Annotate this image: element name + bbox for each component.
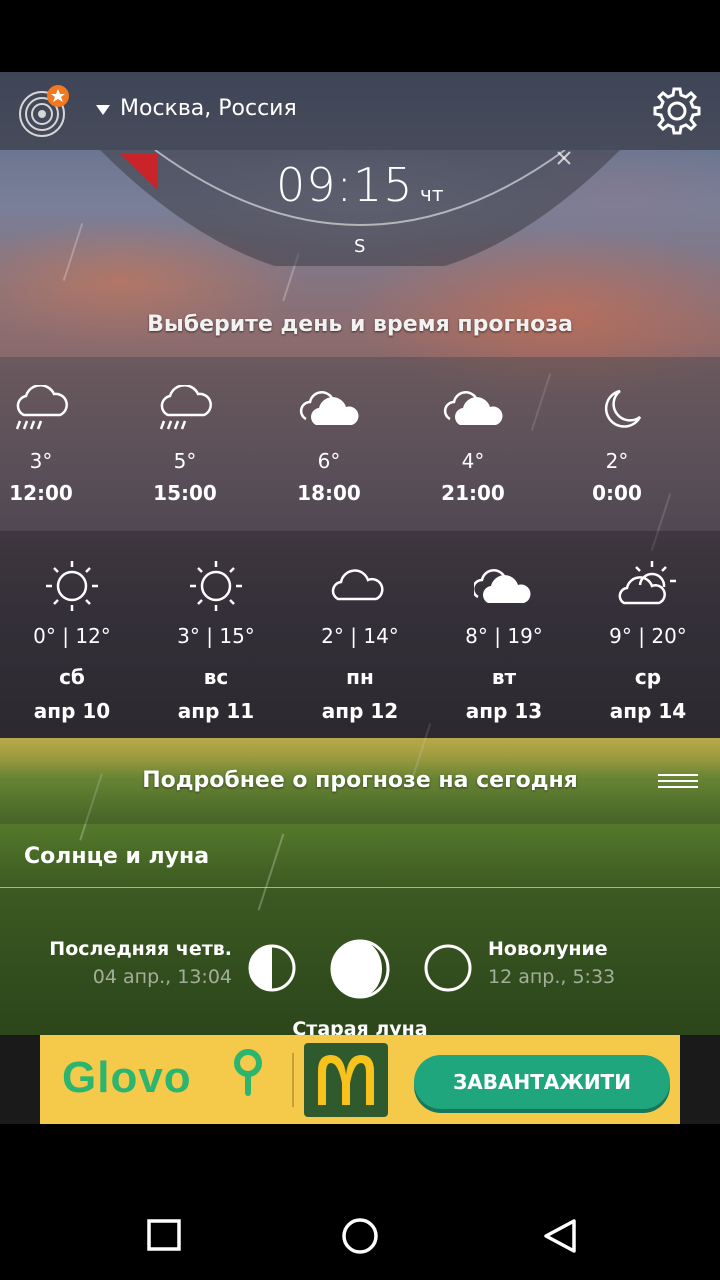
new-moon-date: 12 апр., 5:33 [488,966,616,988]
daily-weekday: ср [634,665,662,689]
daily-date: апр 12 [321,699,399,723]
hourly-time: 0:00 [592,481,642,505]
waning-crescent-moon-icon [330,939,390,999]
settings-gear-icon[interactable] [650,84,704,138]
ad-download-button[interactable]: ЗАВАНТАЖИТИ [414,1055,670,1109]
last-quarter-label: Последняя четв. [49,938,232,960]
top-bar: Москва, Россия [0,72,720,150]
location-selector[interactable]: Москва, Россия [96,96,297,121]
hourly-forecast: 3° 12:00 5° 15:00 6° 18:00 4° 21:00 2° 0… [0,357,720,531]
status-bar [0,0,720,72]
hourly-temp: 4° [461,449,485,473]
hourly-item[interactable]: 3° 12:00 [0,357,144,531]
daily-weekday: сб [59,665,85,689]
daily-forecast: 0° | 12° сб апр 10 3° | 15° вс апр 11 2°… [0,531,720,738]
new-moon-icon [424,944,472,992]
partly-cloudy-icon [618,561,676,605]
today-details-title: Подробнее о прогнозе на сегодня [142,768,578,793]
compass-direction: S [354,236,366,257]
hourly-item[interactable]: 2° 0:00 [576,357,720,531]
daily-temp-range: 9° | 20° [609,624,687,648]
hourly-time: 12:00 [9,481,73,505]
forecast-prompt: Выберите день и время прогноза [147,312,573,337]
back-triangle-icon[interactable] [542,1218,578,1254]
daily-weekday: вс [203,665,229,689]
daily-weekday: пн [346,665,374,689]
daily-date: апр 10 [33,699,111,723]
daily-item[interactable]: 0° | 12° сб апр 10 [0,531,144,738]
cloudy-icon [299,391,359,425]
hamburger-menu-icon[interactable] [658,774,698,790]
hourly-temp: 5° [173,449,197,473]
cloud-icon [331,569,384,601]
mcdonalds-logo [304,1043,388,1117]
hourly-time: 18:00 [297,481,361,505]
daily-item[interactable]: 9° | 20° ср апр 14 [576,531,720,738]
hourly-item[interactable]: 5° 15:00 [144,357,288,531]
cloudy-icon [474,569,531,603]
hourly-temp: 6° [317,449,341,473]
clock-weekday: чт [420,182,444,206]
daily-temp-range: 8° | 19° [465,624,543,648]
daily-date: апр 14 [609,699,687,723]
weather-app: Москва, Россия 09:15 чт S Выберите день … [0,72,720,1124]
daily-item[interactable]: 8° | 19° вт апр 13 [432,531,576,738]
dropdown-triangle-icon [96,104,110,115]
hourly-temp: 2° [605,449,629,473]
hourly-item[interactable]: 6° 18:00 [288,357,432,531]
sun-icon [46,561,98,611]
hourly-time: 15:00 [153,481,217,505]
last-quarter-moon-icon [248,944,296,992]
hourly-time: 21:00 [441,481,505,505]
location-pin-icon [234,1049,262,1096]
daily-date: апр 13 [465,699,543,723]
daily-weekday: вт [491,665,517,689]
system-navigation-bar [0,1124,720,1280]
new-moon-info: Новолуние 12 апр., 5:33 [488,938,615,988]
home-circle-icon[interactable] [340,1216,380,1256]
location-label: Москва, Россия [120,96,297,121]
cloudy-icon [443,391,503,425]
clock-time: 09:15 [276,158,414,212]
glovo-logo: Glovo [62,1053,192,1102]
sun-moon-title: Солнце и луна [24,844,210,869]
daily-item[interactable]: 3° | 15° вс апр 11 [144,531,288,738]
hourly-temp: 3° [29,449,53,473]
daily-date: апр 11 [177,699,255,723]
last-quarter-info: Последняя четв. 04 апр., 13:04 [0,938,232,988]
rain-icon [15,385,68,430]
daily-temp-range: 3° | 15° [177,624,255,648]
ad-divider [292,1053,294,1107]
last-quarter-date: 04 апр., 13:04 [92,966,232,988]
new-moon-label: Новолуние [488,938,608,960]
app-logo-icon[interactable] [16,84,70,138]
hourly-item[interactable]: 4° 21:00 [432,357,576,531]
moon-icon [604,389,642,428]
sun-icon [190,561,242,611]
sun-moon-section[interactable]: Солнце и луна [0,824,720,888]
daily-temp-range: 2° | 14° [321,624,399,648]
daily-item[interactable]: 2° | 14° пн апр 12 [288,531,432,738]
recents-square-icon[interactable] [146,1218,182,1254]
rain-icon [159,385,212,430]
ad-banner[interactable]: Glovo ЗАВАНТАЖИТИ [40,1035,680,1124]
today-details-bar[interactable]: Подробнее о прогнозе на сегодня [0,738,720,824]
daily-temp-range: 0° | 12° [33,624,111,648]
